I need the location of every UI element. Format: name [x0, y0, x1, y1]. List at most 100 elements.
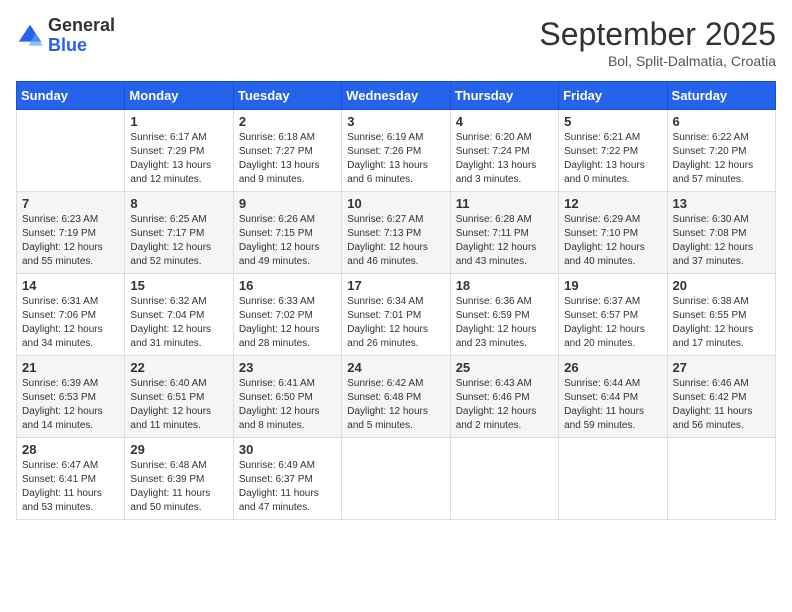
- day-info: Sunrise: 6:37 AM Sunset: 6:57 PM Dayligh…: [564, 295, 661, 351]
- logo: General Blue: [16, 16, 115, 56]
- day-number: 5: [564, 114, 661, 129]
- logo-text: General Blue: [48, 16, 115, 56]
- day-number: 4: [456, 114, 553, 129]
- day-info: Sunrise: 6:23 AM Sunset: 7:19 PM Dayligh…: [22, 213, 119, 269]
- day-info: Sunrise: 6:27 AM Sunset: 7:13 PM Dayligh…: [347, 213, 444, 269]
- calendar-cell: 1 Sunrise: 6:17 AM Sunset: 7:29 PM Daylig…: [125, 110, 233, 192]
- logo-icon: [16, 22, 44, 50]
- calendar-cell: 21 Sunrise: 6:39 AM Sunset: 6:53 PM Dayli…: [17, 356, 125, 438]
- calendar-cell: 13 Sunrise: 6:30 AM Sunset: 7:08 PM Dayli…: [667, 192, 775, 274]
- day-info: Sunrise: 6:43 AM Sunset: 6:46 PM Dayligh…: [456, 377, 553, 433]
- day-info: Sunrise: 6:26 AM Sunset: 7:15 PM Dayligh…: [239, 213, 336, 269]
- title-block: September 2025 Bol, Split-Dalmatia, Croa…: [539, 16, 776, 69]
- calendar-cell: 5Sunrise: 6:21 AM Sunset: 7:22 PM Daylig…: [559, 110, 667, 192]
- day-info: Sunrise: 6:41 AM Sunset: 6:50 PM Dayligh…: [239, 377, 336, 433]
- day-number: 29: [130, 442, 227, 457]
- day-info: Sunrise: 6:40 AM Sunset: 6:51 PM Dayligh…: [130, 377, 227, 433]
- day-number: 1: [130, 114, 227, 129]
- weekday-header-sunday: Sunday: [17, 82, 125, 110]
- day-info: Sunrise: 6:47 AM Sunset: 6:41 PM Dayligh…: [22, 459, 119, 515]
- day-number: 12: [564, 196, 661, 211]
- calendar-cell: 28 Sunrise: 6:47 AM Sunset: 6:41 PM Dayli…: [17, 438, 125, 520]
- day-number: 14: [22, 278, 119, 293]
- calendar-cell: [450, 438, 558, 520]
- calendar-cell: 14 Sunrise: 6:31 AM Sunset: 7:06 PM Dayli…: [17, 274, 125, 356]
- weekday-header-thursday: Thursday: [450, 82, 558, 110]
- day-number: 15: [130, 278, 227, 293]
- calendar-cell: 9 Sunrise: 6:26 AM Sunset: 7:15 PM Daylig…: [233, 192, 341, 274]
- day-info: Sunrise: 6:48 AM Sunset: 6:39 PM Dayligh…: [130, 459, 227, 515]
- weekday-header-wednesday: Wednesday: [342, 82, 450, 110]
- calendar-cell: 22Sunrise: 6:40 AM Sunset: 6:51 PM Dayli…: [125, 356, 233, 438]
- calendar-cell: 17 Sunrise: 6:34 AM Sunset: 7:01 PM Dayli…: [342, 274, 450, 356]
- day-info: Sunrise: 6:20 AM Sunset: 7:24 PM Dayligh…: [456, 131, 553, 187]
- month-title: September 2025: [539, 16, 776, 53]
- calendar-cell: [667, 438, 775, 520]
- calendar-cell: 29 Sunrise: 6:48 AM Sunset: 6:39 PM Dayli…: [125, 438, 233, 520]
- day-info: Sunrise: 6:46 AM Sunset: 6:42 PM Dayligh…: [673, 377, 770, 433]
- day-number: 18: [456, 278, 553, 293]
- day-number: 8: [130, 196, 227, 211]
- location-subtitle: Bol, Split-Dalmatia, Croatia: [539, 53, 776, 69]
- day-info: Sunrise: 6:32 AM Sunset: 7:04 PM Dayligh…: [130, 295, 227, 351]
- day-info: Sunrise: 6:34 AM Sunset: 7:01 PM Dayligh…: [347, 295, 444, 351]
- day-info: Sunrise: 6:17 AM Sunset: 7:29 PM Dayligh…: [130, 131, 227, 187]
- day-number: 25: [456, 360, 553, 375]
- day-info: Sunrise: 6:22 AM Sunset: 7:20 PM Dayligh…: [673, 131, 770, 187]
- day-number: 30: [239, 442, 336, 457]
- day-number: 26: [564, 360, 661, 375]
- calendar-week-row: 1 Sunrise: 6:17 AM Sunset: 7:29 PM Daylig…: [17, 110, 776, 192]
- logo-blue: Blue: [48, 36, 115, 56]
- calendar-cell: 8 Sunrise: 6:25 AM Sunset: 7:17 PM Daylig…: [125, 192, 233, 274]
- day-number: 27: [673, 360, 770, 375]
- calendar-cell: 10 Sunrise: 6:27 AM Sunset: 7:13 PM Dayli…: [342, 192, 450, 274]
- day-info: Sunrise: 6:18 AM Sunset: 7:27 PM Dayligh…: [239, 131, 336, 187]
- calendar-cell: 25 Sunrise: 6:43 AM Sunset: 6:46 PM Dayli…: [450, 356, 558, 438]
- day-info: Sunrise: 6:36 AM Sunset: 6:59 PM Dayligh…: [456, 295, 553, 351]
- day-number: 3: [347, 114, 444, 129]
- calendar-cell: [17, 110, 125, 192]
- calendar-cell: 30Sunrise: 6:49 AM Sunset: 6:37 PM Dayli…: [233, 438, 341, 520]
- day-info: Sunrise: 6:25 AM Sunset: 7:17 PM Dayligh…: [130, 213, 227, 269]
- calendar-cell: [342, 438, 450, 520]
- day-info: Sunrise: 6:42 AM Sunset: 6:48 PM Dayligh…: [347, 377, 444, 433]
- weekday-header-tuesday: Tuesday: [233, 82, 341, 110]
- calendar-week-row: 7 Sunrise: 6:23 AM Sunset: 7:19 PM Daylig…: [17, 192, 776, 274]
- day-info: Sunrise: 6:31 AM Sunset: 7:06 PM Dayligh…: [22, 295, 119, 351]
- day-number: 7: [22, 196, 119, 211]
- day-number: 10: [347, 196, 444, 211]
- day-number: 24: [347, 360, 444, 375]
- weekday-header-row: SundayMondayTuesdayWednesdayThursdayFrid…: [17, 82, 776, 110]
- day-number: 11: [456, 196, 553, 211]
- day-number: 16: [239, 278, 336, 293]
- calendar-cell: 20Sunrise: 6:38 AM Sunset: 6:55 PM Dayli…: [667, 274, 775, 356]
- calendar-cell: 15 Sunrise: 6:32 AM Sunset: 7:04 PM Dayli…: [125, 274, 233, 356]
- calendar-cell: 4 Sunrise: 6:20 AM Sunset: 7:24 PM Daylig…: [450, 110, 558, 192]
- day-info: Sunrise: 6:38 AM Sunset: 6:55 PM Dayligh…: [673, 295, 770, 351]
- calendar-cell: 16 Sunrise: 6:33 AM Sunset: 7:02 PM Dayli…: [233, 274, 341, 356]
- day-info: Sunrise: 6:39 AM Sunset: 6:53 PM Dayligh…: [22, 377, 119, 433]
- day-number: 23: [239, 360, 336, 375]
- day-info: Sunrise: 6:29 AM Sunset: 7:10 PM Dayligh…: [564, 213, 661, 269]
- day-number: 21: [22, 360, 119, 375]
- calendar-week-row: 21 Sunrise: 6:39 AM Sunset: 6:53 PM Dayli…: [17, 356, 776, 438]
- day-number: 28: [22, 442, 119, 457]
- calendar-cell: [559, 438, 667, 520]
- calendar-cell: 18 Sunrise: 6:36 AM Sunset: 6:59 PM Dayli…: [450, 274, 558, 356]
- day-info: Sunrise: 6:30 AM Sunset: 7:08 PM Dayligh…: [673, 213, 770, 269]
- weekday-header-monday: Monday: [125, 82, 233, 110]
- calendar-cell: 19 Sunrise: 6:37 AM Sunset: 6:57 PM Dayli…: [559, 274, 667, 356]
- calendar-cell: 7 Sunrise: 6:23 AM Sunset: 7:19 PM Daylig…: [17, 192, 125, 274]
- calendar-cell: 2Sunrise: 6:18 AM Sunset: 7:27 PM Daylig…: [233, 110, 341, 192]
- calendar-cell: 3Sunrise: 6:19 AM Sunset: 7:26 PM Daylig…: [342, 110, 450, 192]
- day-info: Sunrise: 6:28 AM Sunset: 7:11 PM Dayligh…: [456, 213, 553, 269]
- day-number: 13: [673, 196, 770, 211]
- page-header: General Blue September 2025 Bol, Split-D…: [16, 16, 776, 69]
- day-number: 9: [239, 196, 336, 211]
- calendar-week-row: 14 Sunrise: 6:31 AM Sunset: 7:06 PM Dayli…: [17, 274, 776, 356]
- day-number: 19: [564, 278, 661, 293]
- calendar-cell: 23 Sunrise: 6:41 AM Sunset: 6:50 PM Dayli…: [233, 356, 341, 438]
- day-info: Sunrise: 6:33 AM Sunset: 7:02 PM Dayligh…: [239, 295, 336, 351]
- day-info: Sunrise: 6:44 AM Sunset: 6:44 PM Dayligh…: [564, 377, 661, 433]
- day-number: 17: [347, 278, 444, 293]
